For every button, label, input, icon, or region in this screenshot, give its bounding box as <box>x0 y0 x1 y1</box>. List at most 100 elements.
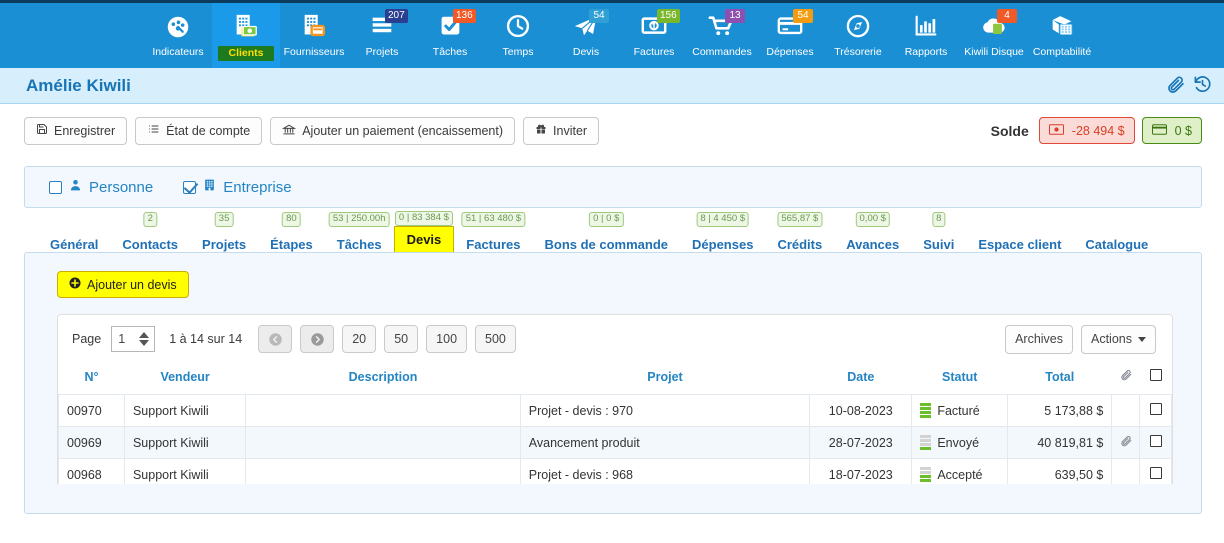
next-page-button[interactable] <box>300 325 335 353</box>
person-option[interactable]: Personne <box>49 178 153 196</box>
tab-g-n-ral[interactable]: Général <box>38 228 110 252</box>
quotes-table-head: N° Vendeur Description Projet Date Statu… <box>58 363 1172 395</box>
col-vendor[interactable]: Vendeur <box>124 363 246 395</box>
bar-chart-icon <box>909 12 943 42</box>
add-payment-button-label: Ajouter un paiement (encaissement) <box>302 123 504 138</box>
nav-item-fournisseurs[interactable]: Fournisseurs <box>280 3 348 68</box>
tab-badge: 53 | 250.00h <box>328 212 390 227</box>
row-checkbox[interactable] <box>1149 403 1162 415</box>
nav-item-projets[interactable]: 207 Projets <box>348 3 416 68</box>
tab-espace-client[interactable]: Espace client <box>966 228 1073 252</box>
stepper-up-icon[interactable] <box>139 332 150 338</box>
nav-item-comptabilit[interactable]: Comptabilité <box>1028 3 1096 68</box>
building-card-icon <box>297 12 331 42</box>
nav-item-commandes[interactable]: 13 Commandes <box>688 3 756 68</box>
archives-button[interactable]: Archives <box>1005 324 1073 354</box>
tab-contacts[interactable]: 2 Contacts <box>110 212 190 252</box>
nav-item-label: Trésorerie <box>834 46 882 58</box>
nav-item-rapports[interactable]: Rapports <box>892 3 960 68</box>
cell-attachment <box>1111 426 1141 459</box>
cell-date: 28-07-2023 <box>809 426 913 459</box>
table-row[interactable]: 00969 Support Kiwili Avancement produit 28-… <box>58 426 1172 459</box>
paperclip-icon[interactable] <box>1166 75 1185 97</box>
status-label: Envoyé <box>937 435 980 450</box>
nav-item-label: Tâches <box>432 46 468 58</box>
page-size-20[interactable]: 20 <box>342 325 377 353</box>
page-size-500[interactable]: 500 <box>475 325 516 353</box>
tab-cr-dits[interactable]: 565,87 $ Crédits <box>765 212 834 252</box>
history-icon[interactable] <box>1193 75 1212 97</box>
row-checkbox[interactable] <box>1149 467 1162 479</box>
pagination-row: Page 1 1 à 14 sur 14 20 50 100 500 Archi… <box>58 315 1172 363</box>
page-size-100[interactable]: 100 <box>426 325 468 353</box>
cell-attachment <box>1111 458 1141 484</box>
nav-item-devis[interactable]: 54 Devis <box>552 3 620 68</box>
tab-tapes[interactable]: 80 Étapes <box>258 212 325 252</box>
tab-t-ches[interactable]: 53 | 250.00h Tâches <box>325 212 394 252</box>
header-icon-group <box>1166 75 1212 97</box>
tab-suivi[interactable]: 8 Suivi <box>911 212 966 252</box>
person-label: Personne <box>89 178 154 196</box>
select-all-checkbox[interactable] <box>1149 369 1162 381</box>
tab-devis[interactable]: 0 | 83 384 $ Devis <box>393 211 455 252</box>
page-number-input[interactable]: 1 <box>111 326 156 352</box>
balance-positive-chip[interactable]: 0 $ <box>1141 117 1202 144</box>
nav-item-factures[interactable]: 156 Factures <box>620 3 688 68</box>
paperclip-icon[interactable] <box>1120 435 1132 450</box>
prev-page-button[interactable] <box>258 325 293 353</box>
col-total[interactable]: Total <box>1007 363 1112 395</box>
tab-label: Projets <box>202 237 247 252</box>
person-checkbox[interactable] <box>49 180 62 194</box>
col-status[interactable]: Statut <box>911 363 1008 395</box>
nav-item-tr-sorerie[interactable]: Trésorerie <box>824 3 892 68</box>
col-number[interactable]: N° <box>58 363 125 395</box>
invite-button[interactable]: Inviter <box>523 116 600 145</box>
col-project[interactable]: Projet <box>520 363 810 395</box>
stepper-down-icon[interactable] <box>139 340 150 346</box>
user-icon <box>69 178 82 196</box>
nav-badge: 54 <box>589 9 609 23</box>
page-size-50[interactable]: 50 <box>384 325 419 353</box>
add-payment-button[interactable]: Ajouter un paiement (encaissement) <box>270 116 516 145</box>
page-stepper[interactable] <box>139 332 150 346</box>
nav-badge: 54 <box>793 9 813 23</box>
nav-item-label: Indicateurs <box>152 46 204 58</box>
credit-card-icon <box>1151 123 1167 138</box>
cell-date: 10-08-2023 <box>809 394 913 427</box>
actions-dropdown-button[interactable]: Actions <box>1081 324 1156 354</box>
add-quote-button[interactable]: Ajouter un devis <box>57 271 189 298</box>
cell-project: Projet - devis : 970 <box>519 394 811 427</box>
tab-catalogue[interactable]: Catalogue <box>1073 228 1160 252</box>
money-icon <box>1048 123 1064 138</box>
nav-item-t-ches[interactable]: 136 Tâches <box>416 3 484 68</box>
nav-item-temps[interactable]: Temps <box>484 3 552 68</box>
nav-item-indicateurs[interactable]: Indicateurs <box>144 3 212 68</box>
tab-label: Contacts <box>122 237 179 252</box>
col-date[interactable]: Date <box>809 363 912 395</box>
client-tab-bar: Général 2 Contacts 35 Projets 80 Étapes 53 | 25… <box>24 211 1202 252</box>
tab-projets[interactable]: 35 Projets <box>190 212 258 252</box>
nav-badge: 136 <box>453 9 476 23</box>
cell-date: 18-07-2023 <box>809 458 913 484</box>
tab-d-penses[interactable]: 8 | 4 450 $ Dépenses <box>680 212 765 252</box>
list-icon <box>147 123 160 138</box>
nav-item-d-penses[interactable]: 54 Dépenses <box>756 3 824 68</box>
nav-item-label: Factures <box>633 46 675 58</box>
table-row[interactable]: 00970 Support Kiwili Projet - devis : 970 1… <box>58 394 1172 427</box>
tab-bons-de-commande[interactable]: 0 | 0 $ Bons de commande <box>532 212 680 252</box>
company-option[interactable]: Entreprise <box>183 178 292 196</box>
company-checkbox[interactable] <box>183 180 197 194</box>
cell-select <box>1139 394 1172 427</box>
nav-item-kiwili-disque[interactable]: 4 Kiwili Disque <box>960 3 1028 68</box>
statement-button[interactable]: État de compte <box>135 116 263 145</box>
tab-label: Étapes <box>270 237 313 252</box>
tab-avances[interactable]: 0,00 $ Avances <box>834 212 911 252</box>
save-button[interactable]: Enregistrer <box>24 116 128 145</box>
table-row[interactable]: 00968 Support Kiwili Projet - devis : 968 1… <box>58 458 1172 484</box>
col-description[interactable]: Description <box>245 363 521 395</box>
credit-card-icon: 54 <box>773 9 813 42</box>
balance-negative-chip[interactable]: -28 494 $ <box>1038 117 1135 144</box>
row-checkbox[interactable] <box>1149 435 1162 447</box>
nav-item-clients[interactable]: Clients <box>212 3 280 68</box>
tab-factures[interactable]: 51 | 63 480 $ Factures <box>454 212 532 252</box>
